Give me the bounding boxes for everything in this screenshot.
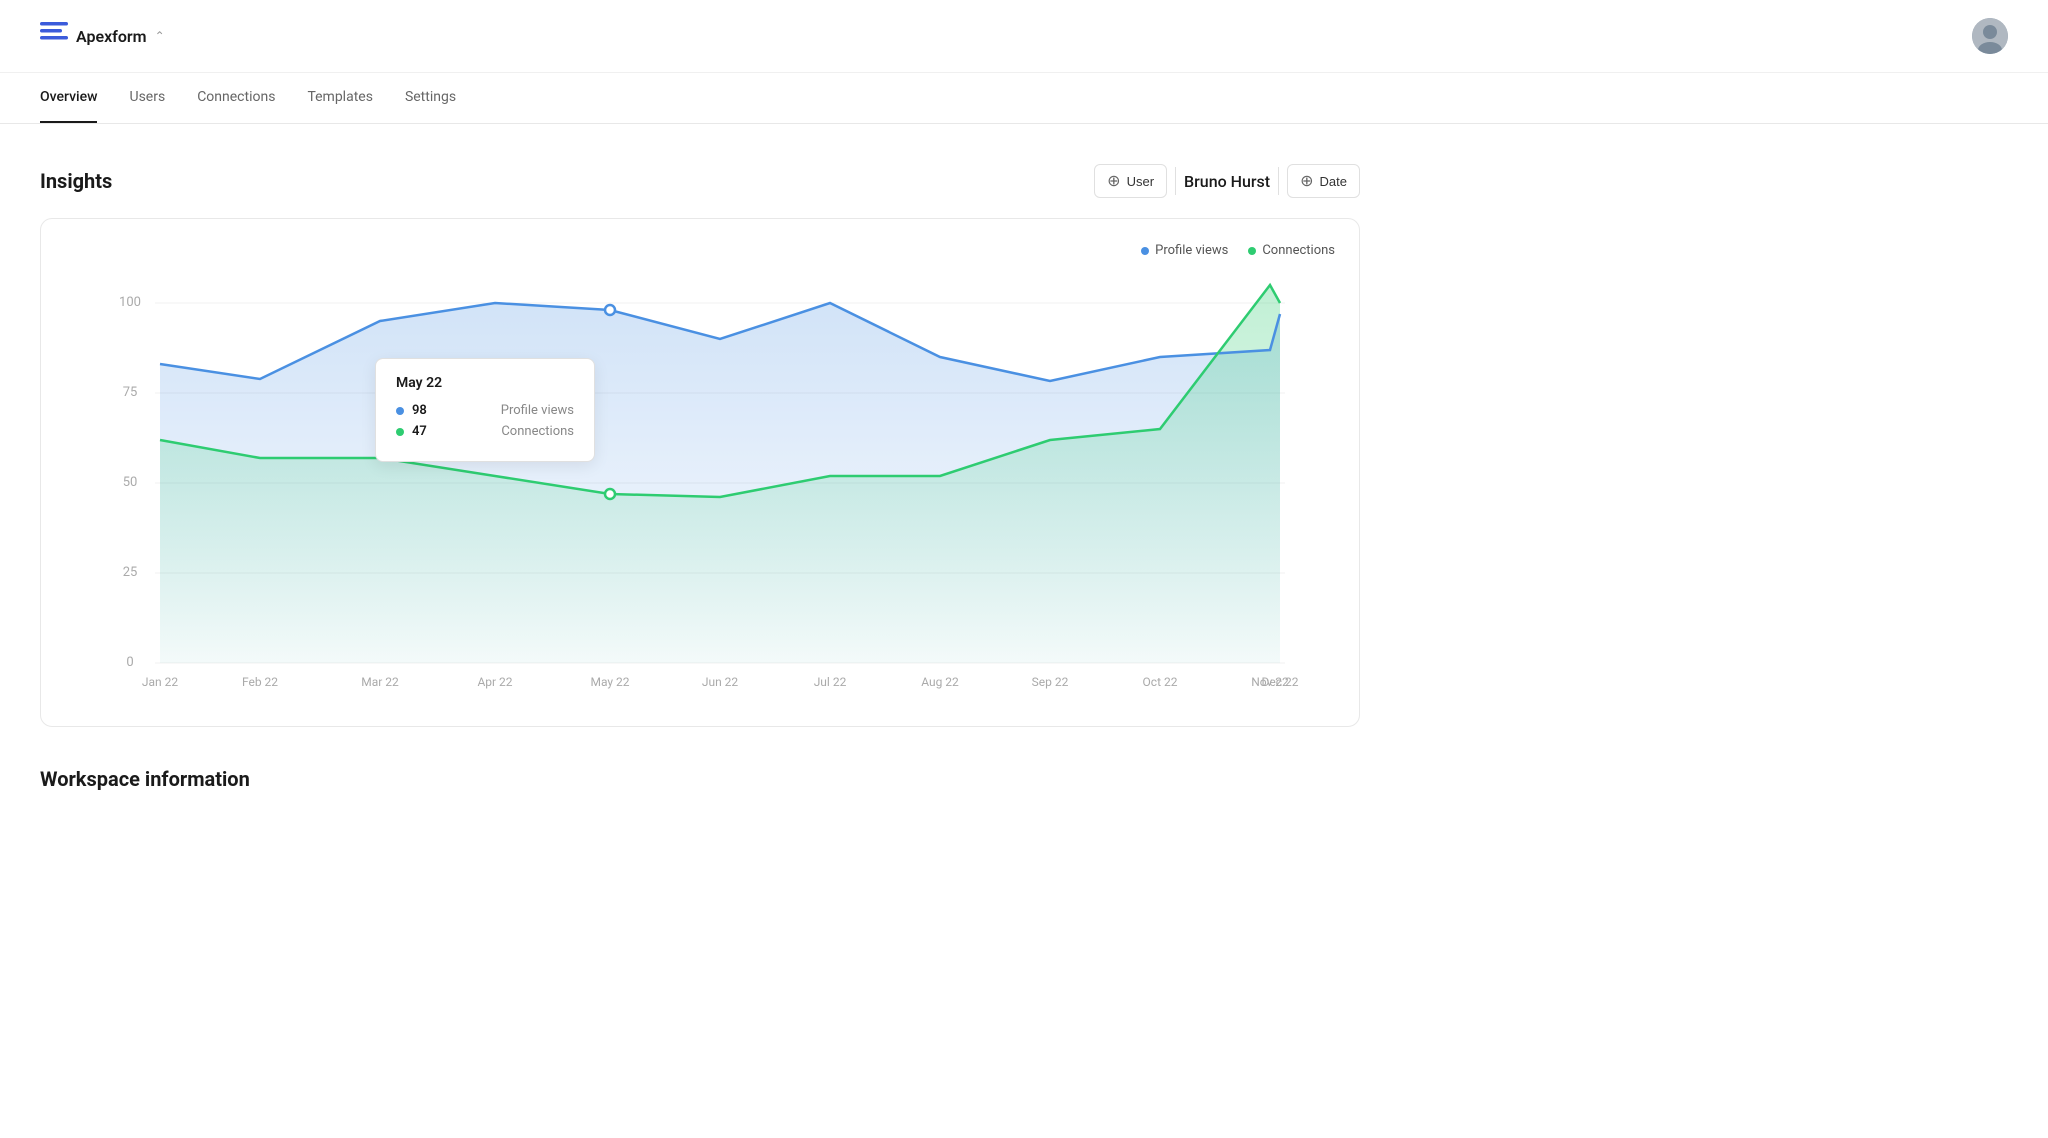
chevron-icon: ⌃ bbox=[155, 29, 165, 43]
connections-dot-may bbox=[605, 489, 615, 499]
legend-dot-profile-views bbox=[1141, 247, 1149, 255]
svg-text:Feb 22: Feb 22 bbox=[242, 675, 278, 689]
nav-item-connections[interactable]: Connections bbox=[197, 73, 275, 123]
tooltip-value-profile-views: 98 bbox=[412, 403, 442, 418]
tooltip-dot-profile-views bbox=[396, 407, 404, 415]
svg-text:Apr 22: Apr 22 bbox=[477, 675, 512, 689]
svg-text:25: 25 bbox=[123, 565, 138, 580]
tooltip-row-profile-views: 98 Profile views bbox=[396, 403, 574, 418]
svg-text:100: 100 bbox=[119, 295, 141, 310]
svg-text:Mar 22: Mar 22 bbox=[361, 675, 399, 689]
date-filter-button[interactable]: ⊕ Date bbox=[1287, 164, 1360, 198]
nav-item-templates[interactable]: Templates bbox=[307, 73, 373, 123]
svg-text:May 22: May 22 bbox=[590, 675, 629, 689]
chart-legend: Profile views Connections bbox=[65, 243, 1335, 258]
tooltip-label-connections: Connections bbox=[501, 424, 574, 439]
chart-svg-wrapper: 100 75 50 25 0 bbox=[65, 278, 1335, 702]
svg-text:50: 50 bbox=[123, 475, 138, 490]
svg-text:Jan 22: Jan 22 bbox=[142, 675, 178, 689]
main-nav: Overview Users Connections Templates Set… bbox=[0, 73, 2048, 124]
tooltip-date: May 22 bbox=[396, 375, 574, 391]
chart-svg: 100 75 50 25 0 bbox=[65, 278, 1335, 698]
user-filter-plus-icon: ⊕ bbox=[1107, 171, 1120, 191]
header: Apexform ⌃ bbox=[0, 0, 2048, 73]
legend-label-connections: Connections bbox=[1262, 243, 1335, 258]
legend-dot-connections bbox=[1248, 247, 1256, 255]
filter-separator-2 bbox=[1278, 167, 1279, 195]
avatar[interactable] bbox=[1972, 18, 2008, 54]
date-filter-label: Date bbox=[1320, 174, 1347, 189]
logo-icon bbox=[40, 22, 68, 50]
legend-connections: Connections bbox=[1248, 243, 1335, 258]
user-filter-value: Bruno Hurst bbox=[1184, 172, 1270, 191]
profile-views-dot-may bbox=[605, 305, 615, 315]
nav-item-overview[interactable]: Overview bbox=[40, 73, 97, 123]
legend-label-profile-views: Profile views bbox=[1155, 243, 1228, 258]
header-left: Apexform ⌃ bbox=[40, 22, 165, 50]
nav-item-users[interactable]: Users bbox=[129, 73, 165, 123]
svg-text:Jul 22: Jul 22 bbox=[814, 675, 847, 689]
chart-container: Profile views Connections bbox=[40, 218, 1360, 727]
svg-text:75: 75 bbox=[123, 385, 138, 400]
user-filter-button[interactable]: ⊕ User bbox=[1094, 164, 1167, 198]
workspace-title: Workspace information bbox=[40, 767, 1360, 791]
svg-text:0: 0 bbox=[126, 655, 133, 670]
app-name: Apexform bbox=[76, 27, 147, 46]
insights-title: Insights bbox=[40, 169, 112, 193]
main-content: Insights ⊕ User Bruno Hurst ⊕ Date Profi… bbox=[0, 124, 1400, 831]
chart-tooltip: May 22 98 Profile views 47 Connections bbox=[375, 358, 595, 462]
insights-header: Insights ⊕ User Bruno Hurst ⊕ Date bbox=[40, 164, 1360, 198]
svg-text:Jun 22: Jun 22 bbox=[702, 675, 739, 689]
legend-profile-views: Profile views bbox=[1141, 243, 1228, 258]
tooltip-value-connections: 47 bbox=[412, 424, 442, 439]
svg-text:Sep 22: Sep 22 bbox=[1032, 675, 1069, 689]
svg-text:Oct 22: Oct 22 bbox=[1143, 675, 1178, 689]
date-filter-plus-icon: ⊕ bbox=[1300, 171, 1313, 191]
nav-item-settings[interactable]: Settings bbox=[405, 73, 456, 123]
tooltip-label-profile-views: Profile views bbox=[501, 403, 574, 418]
filter-group: ⊕ User Bruno Hurst ⊕ Date bbox=[1094, 164, 1360, 198]
user-filter-label: User bbox=[1127, 174, 1154, 189]
tooltip-dot-connections bbox=[396, 428, 404, 436]
tooltip-row-connections: 47 Connections bbox=[396, 424, 574, 439]
filter-separator bbox=[1175, 167, 1176, 195]
svg-text:Aug 22: Aug 22 bbox=[921, 675, 959, 689]
svg-text:Dec 22: Dec 22 bbox=[1262, 675, 1299, 689]
